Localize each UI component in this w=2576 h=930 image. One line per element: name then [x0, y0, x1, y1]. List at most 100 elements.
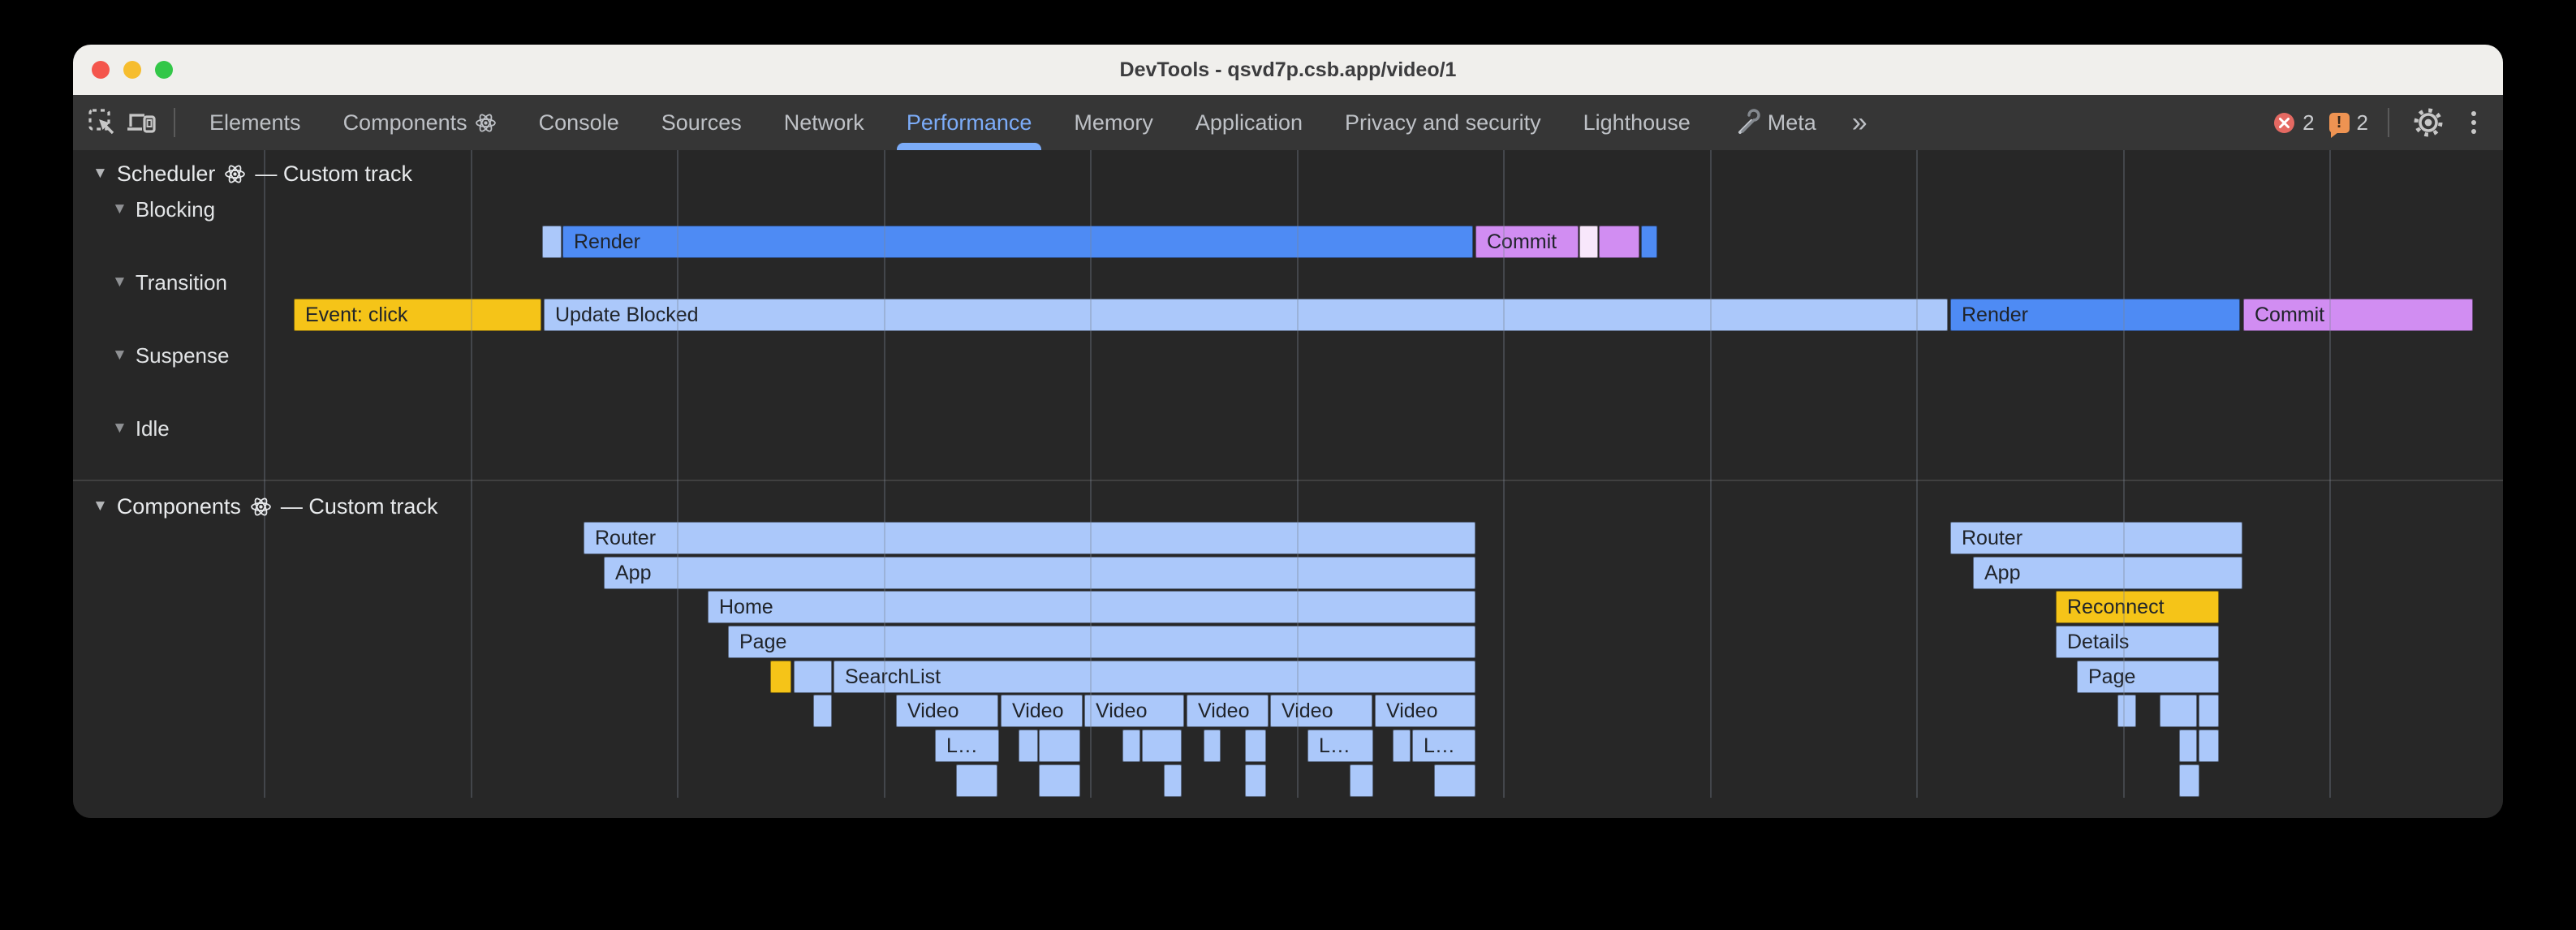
tab-memory[interactable]: Memory [1053, 95, 1174, 150]
flame-bar-page[interactable]: Page [2077, 661, 2219, 693]
components-track-header[interactable]: ▼ Components — Custom track [93, 494, 437, 519]
gridline [1916, 150, 1918, 798]
collapse-triangle-icon: ▼ [112, 420, 127, 437]
flame-bar[interactable] [1599, 226, 1639, 258]
flame-bar-video[interactable]: Video [1270, 695, 1372, 727]
tab-lighthouse[interactable]: Lighthouse [1562, 95, 1712, 150]
tab-label: Privacy and security [1345, 110, 1541, 136]
gridline [1503, 150, 1505, 798]
scheduler-track-header[interactable]: ▼ Scheduler — Custom track [93, 161, 412, 187]
tab-sources[interactable]: Sources [640, 95, 763, 150]
lane-transition[interactable]: ▼Transition [112, 270, 227, 295]
lane-idle[interactable]: ▼Idle [112, 416, 170, 441]
settings-gear-icon[interactable] [2409, 103, 2448, 142]
tab-label: Elements [209, 110, 301, 136]
lane-suspense[interactable]: ▼Suspense [112, 343, 229, 368]
flame-bar[interactable] [1122, 730, 1140, 762]
tab-performance[interactable]: Performance [885, 95, 1053, 150]
console-warnings-badge[interactable]: ! 2 [2329, 110, 2368, 136]
tab-components[interactable]: Components [322, 95, 518, 150]
tab-label: Sources [661, 110, 742, 136]
tab-strip: ElementsComponentsConsoleSourcesNetworkP… [188, 95, 1882, 150]
tab-network[interactable]: Network [763, 95, 885, 150]
inspect-element-icon[interactable] [83, 103, 122, 142]
flame-bar[interactable] [1019, 730, 1038, 762]
flame-bar-commit[interactable]: Commit [2243, 299, 2473, 331]
gridline [264, 150, 265, 798]
flame-bar-video[interactable]: Video [1084, 695, 1184, 727]
devtools-window: DevTools - qsvd7p.csb.app/video/1 Elemen… [73, 45, 2503, 818]
flame-bar[interactable] [1579, 226, 1598, 258]
flame-bar-event-click[interactable]: Event: click [294, 299, 541, 331]
flame-bar-l[interactable]: L… [1307, 730, 1373, 762]
flame-bar-app[interactable]: App [1973, 557, 2242, 589]
flame-bar[interactable] [542, 226, 562, 258]
flame-bar[interactable] [813, 695, 832, 727]
flame-bar[interactable] [1142, 730, 1182, 762]
flame-bar-video[interactable]: Video [1001, 695, 1083, 727]
flame-bar-app[interactable]: App [604, 557, 1475, 589]
console-errors-badge[interactable]: 2 [2273, 110, 2314, 136]
track-title: Components [117, 494, 241, 519]
track-title: Scheduler [117, 161, 216, 187]
flame-bar[interactable] [1245, 730, 1266, 762]
flame-bar-video[interactable]: Video [1375, 695, 1475, 727]
flame-bar[interactable] [1245, 764, 1266, 797]
status-divider [2388, 108, 2389, 137]
flame-bar[interactable] [1204, 730, 1221, 762]
flame-bar-searchlist[interactable]: SearchList [834, 661, 1475, 693]
flame-bar[interactable] [2199, 730, 2219, 762]
tab-privacy-and-security[interactable]: Privacy and security [1324, 95, 1562, 150]
flame-bar[interactable] [1641, 226, 1657, 258]
flame-bar-render[interactable]: Render [562, 226, 1473, 258]
flame-bar-home[interactable]: Home [708, 591, 1475, 623]
track-subtitle: — Custom track [255, 161, 412, 187]
atom-icon [475, 112, 497, 134]
lane-blocking[interactable]: ▼Blocking [112, 197, 215, 222]
toolbar-divider [174, 108, 175, 137]
collapse-triangle-icon: ▼ [112, 347, 127, 364]
flame-bar-l[interactable]: L… [1412, 730, 1475, 762]
gridline [1710, 150, 1712, 798]
tab-console[interactable]: Console [518, 95, 640, 150]
tab-elements[interactable]: Elements [188, 95, 322, 150]
flame-bar-details[interactable]: Details [2056, 626, 2219, 658]
tab-label: Lighthouse [1583, 110, 1691, 136]
flame-bar[interactable] [2160, 695, 2197, 727]
device-toolbar-icon[interactable] [122, 103, 161, 142]
flame-bar[interactable] [956, 764, 997, 797]
flame-bar[interactable] [1350, 764, 1373, 797]
flame-bar-render[interactable]: Render [1950, 299, 2240, 331]
tab-label: Meta [1768, 110, 1816, 136]
flame-bar[interactable] [2179, 764, 2199, 797]
more-tabs-chevron-icon[interactable]: » [1837, 95, 1882, 150]
more-options-kebab-icon[interactable] [2456, 105, 2492, 140]
flame-bar[interactable] [1039, 764, 1080, 797]
tab-application[interactable]: Application [1174, 95, 1324, 150]
flame-bar[interactable] [794, 661, 832, 693]
flame-bar[interactable] [1434, 764, 1475, 797]
flame-bar-update-blocked[interactable]: Update Blocked [544, 299, 1948, 331]
flame-bar-page[interactable]: Page [728, 626, 1475, 658]
flame-bar-reconnect[interactable]: Reconnect [2056, 591, 2219, 623]
flame-bar-l[interactable]: L… [935, 730, 999, 762]
flame-bar[interactable] [2199, 695, 2219, 727]
flame-bar[interactable] [2117, 695, 2136, 727]
flame-bar-commit[interactable]: Commit [1475, 226, 1579, 258]
window-title: DevTools - qsvd7p.csb.app/video/1 [73, 45, 2503, 95]
gridline [2329, 150, 2331, 798]
flame-bar[interactable] [2179, 730, 2197, 762]
flame-bar[interactable] [1393, 730, 1411, 762]
performance-flamechart-panel[interactable]: ▼ Scheduler — Custom track ▼Blocking ▼Tra… [73, 150, 2503, 818]
flame-bar[interactable] [770, 661, 791, 693]
flame-bar-router[interactable]: Router [1950, 522, 2242, 554]
gridline [1090, 150, 1092, 798]
flame-bar-router[interactable]: Router [584, 522, 1475, 554]
flame-bar-video[interactable]: Video [1187, 695, 1269, 727]
flame-bar[interactable] [1039, 730, 1080, 762]
warning-icon: ! [2329, 113, 2350, 133]
flame-bar-video[interactable]: Video [896, 695, 998, 727]
flame-bar[interactable] [1164, 764, 1182, 797]
tab-meta[interactable]: Meta [1712, 95, 1837, 150]
error-count: 2 [2302, 110, 2314, 136]
